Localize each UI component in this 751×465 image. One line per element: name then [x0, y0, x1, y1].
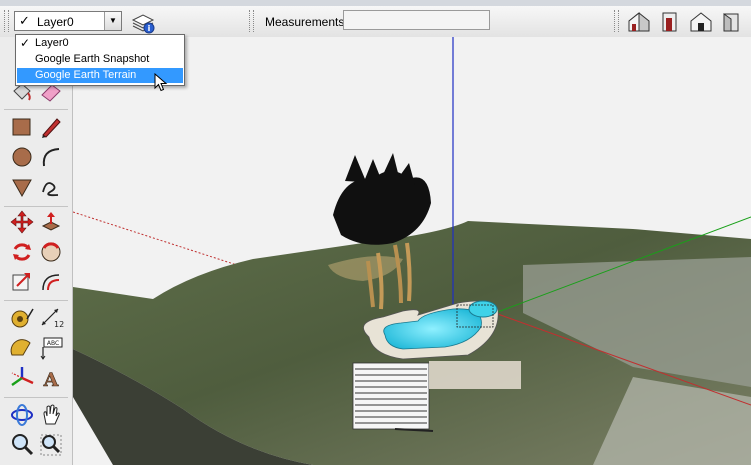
polygon-icon[interactable]	[9, 174, 35, 200]
layer-manager-icon[interactable]: i	[130, 10, 156, 34]
back-view-icon[interactable]	[688, 10, 714, 34]
svg-text:ABC: ABC	[47, 340, 59, 347]
svg-text:A: A	[43, 369, 59, 391]
pan-icon[interactable]	[38, 402, 64, 428]
front-view-icon[interactable]	[657, 10, 683, 34]
push-pull-icon[interactable]	[38, 209, 64, 235]
follow-me-icon[interactable]	[38, 239, 64, 265]
scale-icon[interactable]	[9, 269, 35, 295]
layer-select[interactable]: ✓ Layer0 ▼	[14, 11, 122, 31]
dimension-icon[interactable]: 12	[38, 305, 64, 331]
rectangle-icon[interactable]	[9, 114, 35, 140]
rotate-icon[interactable]	[9, 239, 35, 265]
lounge-chairs	[352, 362, 434, 432]
mouse-cursor-icon	[154, 73, 168, 92]
text-icon[interactable]: ABC	[38, 335, 64, 361]
scene-canvas	[73, 37, 751, 465]
chevron-down-icon[interactable]: ▼	[104, 12, 121, 30]
pencil-icon[interactable]	[38, 114, 64, 140]
tool-separator	[4, 397, 68, 398]
iso-view-icon[interactable]	[626, 10, 652, 34]
svg-text:i: i	[148, 24, 151, 33]
3d-text-icon[interactable]: A	[38, 365, 64, 391]
tool-separator	[4, 300, 68, 301]
patio-slab	[429, 361, 521, 389]
layer-option-google-earth-snapshot[interactable]: Google Earth Snapshot	[17, 52, 183, 67]
zoom-icon[interactable]	[9, 432, 35, 458]
layer-option-layer0[interactable]: ✓ Layer0	[17, 36, 183, 51]
orbit-icon[interactable]	[9, 402, 35, 428]
left-view-icon[interactable]	[718, 10, 744, 34]
toolbar-grip[interactable]	[4, 10, 9, 32]
tape-measure-icon[interactable]	[9, 305, 35, 331]
svg-text:12: 12	[54, 320, 64, 329]
measurements-label: Measurements	[265, 15, 345, 29]
checkmark-icon: ✓	[20, 36, 31, 50]
offset-icon[interactable]	[38, 269, 64, 295]
freehand-icon[interactable]	[38, 174, 64, 200]
zoom-window-icon[interactable]	[38, 432, 64, 458]
layer-select-value: Layer0	[37, 15, 74, 29]
axes-icon[interactable]	[9, 365, 35, 391]
move-icon[interactable]	[9, 209, 35, 235]
checkmark-icon: ✓	[19, 13, 30, 28]
tool-panel: 12 ABC A	[0, 37, 73, 465]
3d-viewport[interactable]	[73, 37, 751, 465]
toolbar-grip[interactable]	[249, 10, 254, 32]
circle-icon[interactable]	[9, 144, 35, 170]
toolbar-grip[interactable]	[614, 10, 619, 32]
protractor-icon[interactable]	[9, 335, 35, 361]
tool-separator	[4, 206, 68, 207]
measurements-input[interactable]	[343, 10, 490, 30]
arc-icon[interactable]	[38, 144, 64, 170]
tool-separator	[4, 109, 68, 110]
